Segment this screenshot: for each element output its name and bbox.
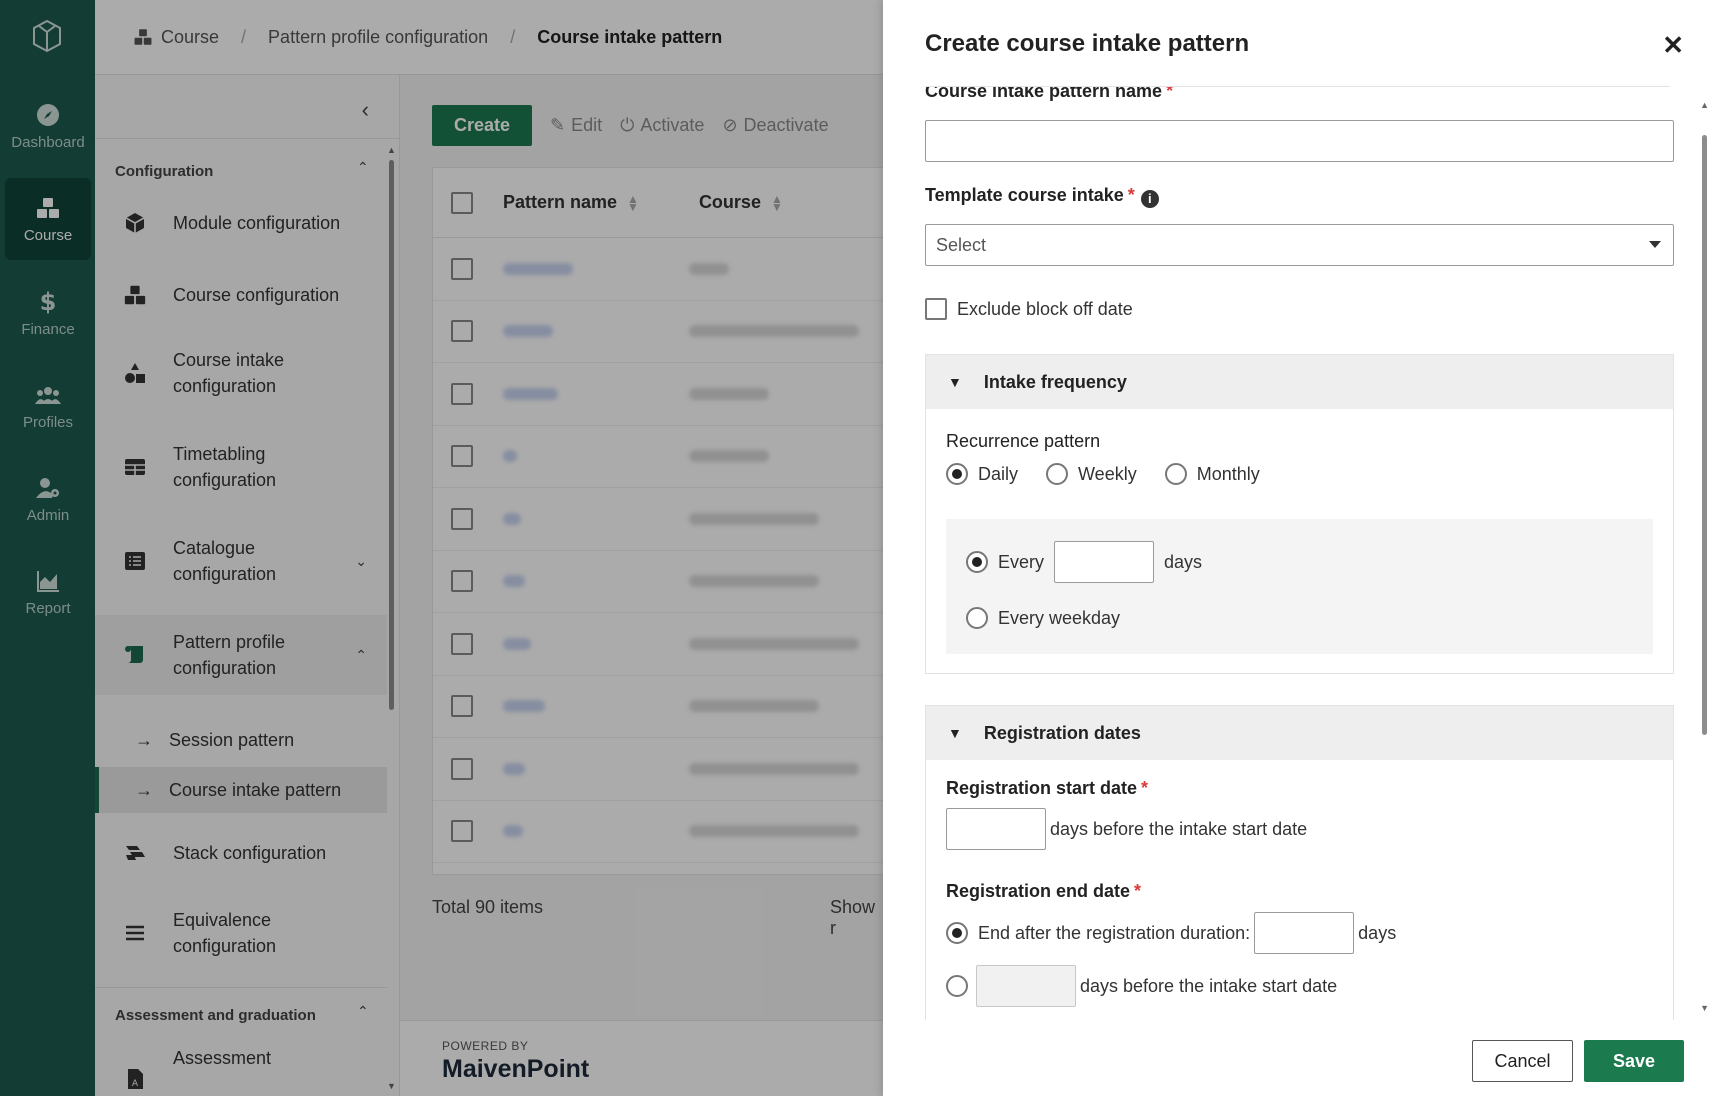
radio-label: Monthly bbox=[1196, 463, 1260, 484]
template-course-intake-select[interactable]: Select bbox=[925, 224, 1674, 266]
radio-monthly[interactable] bbox=[1164, 463, 1187, 485]
radio-label: Daily bbox=[978, 463, 1019, 484]
panel-footer: Cancel Save bbox=[883, 1020, 1712, 1096]
chevron-down-icon: ▼ bbox=[948, 725, 962, 741]
pattern-name-input[interactable] bbox=[925, 120, 1674, 162]
field-label-text: Template course intake bbox=[925, 185, 1124, 205]
every-unit: days bbox=[1164, 551, 1203, 572]
panel-title: Create course intake pattern bbox=[925, 30, 1250, 57]
registration-start-label: Registration start date * bbox=[946, 778, 1148, 799]
end-option1-unit: days bbox=[1358, 922, 1397, 943]
registration-start-input[interactable] bbox=[946, 808, 1046, 850]
radio-label: Weekly bbox=[1078, 463, 1137, 484]
radio-every-n-days[interactable] bbox=[966, 551, 988, 573]
radio-daily[interactable] bbox=[946, 463, 968, 485]
section-title: Registration dates bbox=[983, 722, 1141, 743]
field-label-template: Template course intake * i bbox=[925, 185, 1159, 208]
field-label-text: Registration end date bbox=[946, 881, 1131, 901]
daily-options-box: Every days Every weekday bbox=[946, 519, 1653, 654]
cancel-button[interactable]: Cancel bbox=[1472, 1040, 1573, 1082]
save-button[interactable]: Save bbox=[1584, 1040, 1684, 1082]
registration-end-option1-row: End after the registration duration: day… bbox=[946, 912, 1396, 954]
exclude-block-off-checkbox[interactable] bbox=[925, 298, 947, 320]
info-icon[interactable]: i bbox=[1140, 189, 1159, 208]
scroll-down-arrow-icon[interactable]: ▼ bbox=[1700, 1003, 1709, 1013]
registration-duration-input[interactable] bbox=[1254, 912, 1355, 954]
recurrence-pattern-label: Recurrence pattern bbox=[946, 431, 1101, 451]
field-label-name: Course intake pattern name * bbox=[925, 87, 1173, 102]
radio-every-weekday[interactable] bbox=[966, 607, 988, 629]
intake-frequency-section: ▼ Intake frequency Recurrence pattern Da… bbox=[925, 354, 1674, 674]
required-asterisk: * bbox=[1141, 778, 1149, 798]
radio-end-after-duration[interactable] bbox=[946, 922, 968, 944]
chevron-down-icon: ▼ bbox=[948, 374, 962, 390]
close-icon[interactable]: ✕ bbox=[1662, 30, 1684, 61]
field-label-text: Course intake pattern name bbox=[925, 87, 1163, 101]
required-asterisk: * bbox=[1166, 87, 1174, 101]
every-label: Every bbox=[998, 551, 1045, 572]
field-label-text: Registration start date bbox=[946, 778, 1138, 798]
create-pattern-panel: Create course intake pattern ✕ Course in… bbox=[883, 0, 1712, 1096]
exclude-block-off-label: Exclude block off date bbox=[957, 298, 1133, 319]
registration-start-suffix: days before the intake start date bbox=[1050, 818, 1308, 839]
select-value: Select bbox=[936, 235, 987, 255]
every-days-input[interactable] bbox=[1054, 541, 1155, 583]
intake-frequency-header[interactable]: ▼ Intake frequency bbox=[926, 355, 1673, 409]
end-option1-label: End after the registration duration: bbox=[978, 922, 1251, 943]
radio-weekly[interactable] bbox=[1046, 463, 1069, 485]
registration-start-row: days before the intake start date bbox=[946, 808, 1307, 850]
panel-scrollbar-thumb[interactable] bbox=[1702, 135, 1707, 735]
panel-body: Course intake pattern name * Template cou… bbox=[883, 87, 1712, 1020]
every-weekday-row: Every weekday bbox=[966, 607, 1120, 629]
recurrence-options: Daily Weekly Monthly bbox=[946, 463, 1260, 485]
app-root: Dashboard Course $ Finance Profiles Admi… bbox=[0, 0, 1712, 1096]
radio-days-before-intake[interactable] bbox=[946, 975, 968, 997]
scroll-up-arrow-icon[interactable]: ▲ bbox=[1700, 100, 1709, 110]
registration-dates-header[interactable]: ▼ Registration dates bbox=[926, 706, 1673, 760]
every-n-days-row: Every days bbox=[966, 541, 1202, 583]
registration-dates-section: ▼ Registration dates Registration start … bbox=[925, 705, 1674, 1020]
days-before-intake-input[interactable] bbox=[976, 965, 1076, 1007]
exclude-block-off-row[interactable]: Exclude block off date bbox=[925, 298, 1133, 320]
end-option2-suffix: days before the intake start date bbox=[1080, 975, 1338, 996]
registration-end-label: Registration end date * bbox=[946, 881, 1141, 902]
every-weekday-label: Every weekday bbox=[998, 607, 1121, 628]
required-asterisk: * bbox=[1134, 881, 1142, 901]
registration-end-option2-row: days before the intake start date bbox=[946, 965, 1337, 1007]
caret-down-icon bbox=[1649, 241, 1661, 248]
section-title: Intake frequency bbox=[983, 371, 1127, 392]
modal-backdrop[interactable] bbox=[0, 0, 883, 1096]
required-asterisk: * bbox=[1127, 185, 1135, 205]
